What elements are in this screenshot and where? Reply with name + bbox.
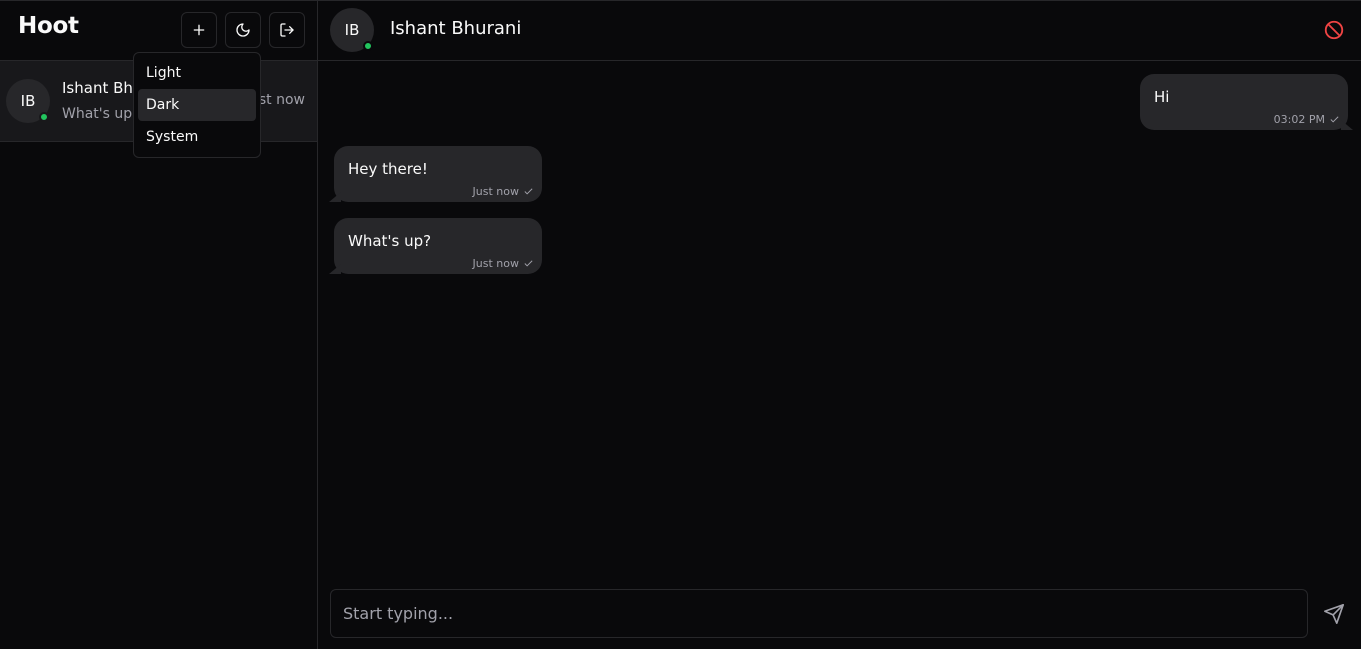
contact-name: Ishant Bhurani: [390, 18, 522, 39]
message-time: Just now: [472, 257, 519, 270]
message-meta: Just now: [473, 185, 534, 198]
message-bubble-incoming: Hey there! Just now: [329, 146, 542, 202]
message-time: 03:02 PM: [1273, 113, 1325, 126]
check-icon: [1330, 116, 1339, 123]
sidebar: Hoot IB Ishant Bhurani What's up? Just n…: [0, 1, 318, 649]
online-status-dot: [39, 112, 49, 122]
bubble-tail: [329, 192, 341, 202]
message-bubble-incoming: What's up? Just now: [329, 218, 542, 274]
avatar-initials: IB: [20, 92, 36, 110]
bubble-tail: [329, 264, 341, 274]
app-title: Hoot: [18, 13, 79, 39]
contact-avatar[interactable]: IB: [330, 8, 374, 52]
chat-preview: What's up?: [62, 106, 140, 122]
menu-item-dark[interactable]: Dark: [138, 89, 256, 121]
theme-toggle-button[interactable]: [225, 12, 261, 48]
logout-button[interactable]: [269, 12, 305, 48]
conversation-pane: IB Ishant Bhurani Hi 03:02 PM Hey there!…: [318, 1, 1361, 649]
send-icon[interactable]: [1323, 603, 1345, 625]
message-time: Just now: [472, 185, 519, 198]
bubble-tail: [1341, 120, 1353, 130]
menu-item-system[interactable]: System: [138, 121, 256, 153]
block-icon[interactable]: [1323, 19, 1345, 41]
online-status-dot: [363, 41, 373, 51]
message-text: What's up?: [348, 232, 432, 250]
theme-menu: Light Dark System: [133, 52, 261, 158]
message-meta: 03:02 PM: [1274, 113, 1340, 126]
new-chat-button[interactable]: [181, 12, 217, 48]
app: Hoot IB Ishant Bhurani What's up? Just n…: [0, 0, 1361, 649]
conversation-header: IB Ishant Bhurani: [318, 1, 1361, 61]
message-text: Hey there!: [348, 160, 428, 178]
logout-icon: [280, 23, 294, 37]
message-input[interactable]: [330, 589, 1308, 638]
message-bubble-outgoing: Hi 03:02 PM: [1140, 74, 1353, 130]
message-meta: Just now: [473, 257, 534, 270]
plus-icon: [193, 24, 205, 36]
menu-item-light[interactable]: Light: [138, 57, 256, 89]
avatar-initials: IB: [344, 21, 360, 39]
check-icon: [524, 260, 533, 267]
message-text: Hi: [1154, 88, 1170, 106]
avatar: IB: [6, 79, 50, 123]
check-icon: [524, 188, 533, 195]
moon-icon: [236, 23, 250, 37]
